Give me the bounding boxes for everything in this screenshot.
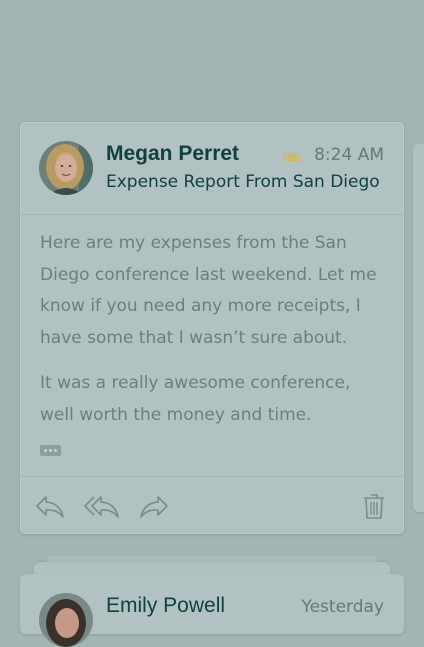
email-body: Here are my expenses from the San Diego …	[40, 228, 386, 445]
forward-icon[interactable]	[139, 492, 169, 520]
reply-icon[interactable]	[35, 492, 65, 520]
reply-all-icon[interactable]	[84, 492, 120, 520]
body-paragraph: Here are my expenses from the San Diego …	[40, 233, 377, 348]
email-time: 8:24 AM	[314, 145, 384, 165]
email-card[interactable]: Emily Powell Yesterday	[20, 574, 404, 647]
email-card[interactable]: Megan Perret 8:24 AM Expense Report From…	[20, 122, 404, 534]
sender-name: Megan Perret	[106, 142, 240, 165]
body-paragraph: It was a really awesome conference, well…	[40, 373, 351, 425]
stacked-card-edge	[34, 562, 390, 574]
footer-divider	[20, 476, 404, 477]
email-subject: Expense Report From San Diego	[106, 172, 380, 192]
dot	[49, 449, 52, 452]
sender-avatar	[39, 593, 93, 647]
attachment-icon	[282, 149, 304, 163]
email-time: Yesterday	[301, 597, 384, 617]
sender-avatar	[39, 141, 93, 195]
dot	[44, 449, 47, 452]
next-card-edge	[413, 144, 424, 512]
header-divider	[20, 214, 404, 215]
sender-name: Emily Powell	[106, 594, 226, 617]
show-more-button[interactable]	[40, 445, 61, 456]
dot	[54, 449, 57, 452]
trash-icon[interactable]	[363, 492, 385, 520]
